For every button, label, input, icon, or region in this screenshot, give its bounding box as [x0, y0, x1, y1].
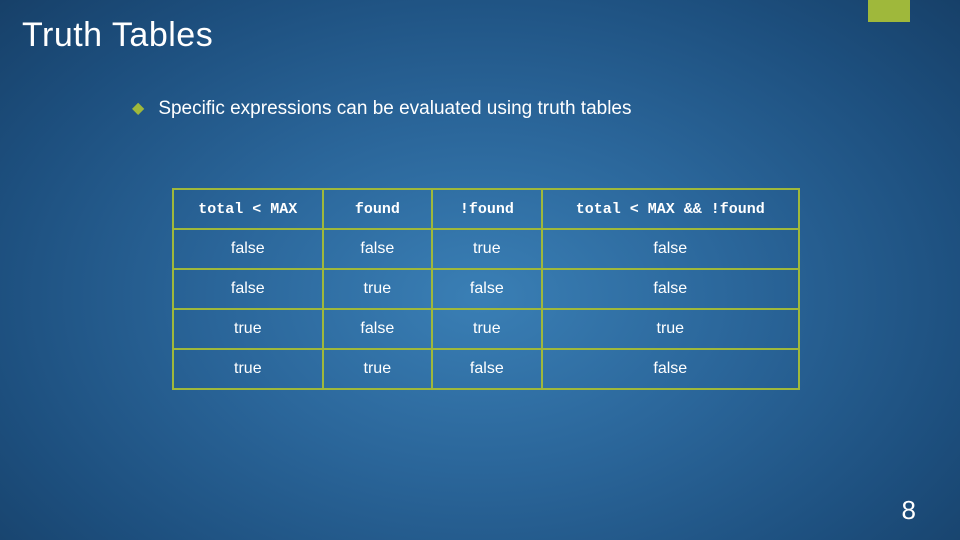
bullet-icon: ◆ — [132, 101, 144, 117]
table-cell: true — [432, 229, 542, 269]
table-cell: true — [323, 269, 432, 309]
table-cell: true — [173, 309, 323, 349]
table-cell: false — [323, 309, 432, 349]
table-row: false true false false — [173, 269, 799, 309]
bullet-item: ◆ Specific expressions can be evaluated … — [132, 98, 632, 120]
table-header: !found — [432, 189, 542, 229]
accent-tab — [868, 0, 910, 22]
table-cell: false — [173, 229, 323, 269]
table-header: found — [323, 189, 432, 229]
table-cell: false — [323, 229, 432, 269]
table-cell: true — [173, 349, 323, 389]
table-cell: true — [323, 349, 432, 389]
table-cell: false — [173, 269, 323, 309]
table-row: true true false false — [173, 349, 799, 389]
table-cell: true — [432, 309, 542, 349]
slide-title: Truth Tables — [22, 16, 213, 55]
table-cell: false — [542, 269, 799, 309]
table-cell: true — [542, 309, 799, 349]
table-cell: false — [542, 229, 799, 269]
bullet-text: Specific expressions can be evaluated us… — [158, 98, 631, 120]
table-row: true false true true — [173, 309, 799, 349]
table-cell: false — [432, 349, 542, 389]
table-cell: false — [432, 269, 542, 309]
page-number: 8 — [902, 495, 916, 526]
table-row: false false true false — [173, 229, 799, 269]
table-cell: false — [542, 349, 799, 389]
table-header-row: total < MAX found !found total < MAX && … — [173, 189, 799, 229]
truth-table: total < MAX found !found total < MAX && … — [172, 188, 800, 390]
table-header: total < MAX — [173, 189, 323, 229]
table-header: total < MAX && !found — [542, 189, 799, 229]
